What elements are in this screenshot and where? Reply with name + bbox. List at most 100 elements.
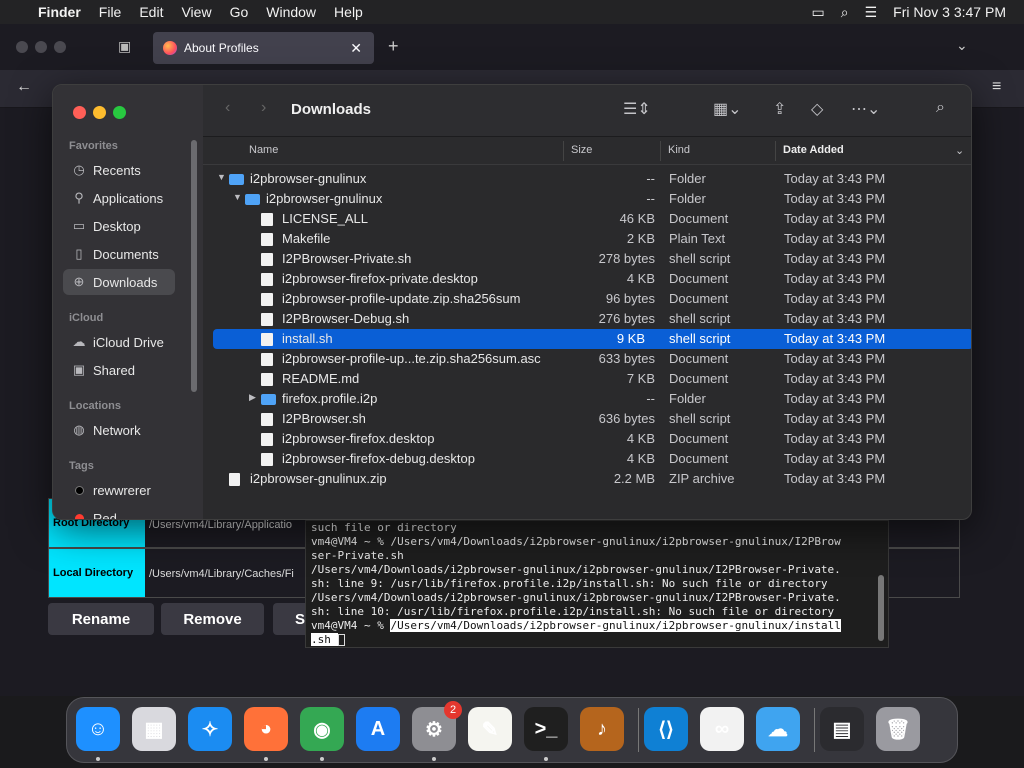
file-size: -- — [646, 391, 655, 406]
disclosure-expanded-icon[interactable]: ▼ — [217, 172, 226, 182]
menu-view[interactable]: View — [172, 4, 220, 20]
sidebar-item-desktop[interactable]: ▭ Desktop — [63, 213, 175, 239]
terminal-line: /Users/vm4/Downloads/i2pbrowser-gnulinux… — [311, 563, 841, 576]
tag-icon[interactable]: ◇ — [811, 99, 823, 119]
menu-help[interactable]: Help — [325, 4, 372, 20]
firefox-icon[interactable]: ◕ — [244, 707, 288, 751]
column-name[interactable]: Name — [249, 144, 278, 156]
zoom-window-button[interactable] — [54, 41, 66, 53]
finder-icon[interactable]: ☺ — [76, 707, 120, 751]
vscode-icon[interactable]: ⟨⟩ — [644, 707, 688, 751]
file-row[interactable]: i2pbrowser-firefox-debug.desktop 4 KB Docu… — [203, 449, 971, 469]
sidebar-item-network[interactable]: ◍ Network — [63, 417, 175, 443]
file-row[interactable]: ▼ i2pbrowser-gnulinux -- Folder Today at 3:4… — [203, 169, 971, 189]
column-divider[interactable] — [775, 141, 776, 161]
new-tab-icon[interactable]: + — [388, 36, 399, 57]
menu-file[interactable]: File — [90, 4, 131, 20]
search-icon[interactable]: ⌕ — [936, 99, 945, 117]
sidebar-item-documents[interactable]: ▯ Documents — [63, 241, 175, 267]
sidebar-scrollbar[interactable] — [191, 140, 197, 392]
file-row[interactable]: Makefile 2 KB Plain Text Today at 3:43 PM — [203, 229, 971, 249]
firefox-tab-strip: ▣ About Profiles ✕ + ⌄ — [0, 24, 1024, 70]
list-tabs-icon[interactable]: ⌄ — [956, 37, 968, 54]
close-tab-icon[interactable]: ✕ — [350, 40, 362, 57]
sidebar-item-downloads[interactable]: ⊕ Downloads — [63, 269, 175, 295]
file-row[interactable]: i2pbrowser-profile-update.zip.sha256sum 9… — [203, 289, 971, 309]
sidebar-item-label: Desktop — [93, 218, 141, 234]
file-row[interactable]: LICENSE_ALL 46 KB Document Today at 3:43 PM — [203, 209, 971, 229]
stack-icon[interactable]: ▤ — [820, 707, 864, 751]
group-icon[interactable]: ▦⌄ — [713, 99, 742, 119]
sidebar-item-icloud-drive[interactable]: ☁ iCloud Drive — [63, 329, 175, 355]
disclosure-collapsed-icon[interactable]: ▶ — [249, 392, 256, 403]
back-arrow-icon[interactable]: ← — [16, 78, 32, 96]
zoom-button[interactable] — [113, 106, 126, 119]
firefox-icon — [163, 41, 177, 55]
app-menu-icon[interactable]: ≡ — [992, 78, 1001, 96]
sidebar-tag-rewwrerer[interactable]: rewwrerer — [63, 477, 175, 503]
file-row[interactable]: i2pbrowser-profile-up...te.zip.sha256sum… — [203, 349, 971, 369]
menu-go[interactable]: Go — [221, 4, 258, 20]
file-row[interactable]: I2PBrowser.sh 636 bytes shell script Today … — [203, 409, 971, 429]
column-date-added[interactable]: Date Added — [783, 144, 844, 156]
weather-icon[interactable]: ☁ — [756, 707, 800, 751]
column-divider[interactable] — [563, 141, 564, 161]
sidebar-item-shared[interactable]: ▣ Shared — [63, 357, 175, 383]
trash-icon[interactable]: 🗑 — [876, 707, 920, 751]
terminal-icon[interactable]: >_ — [524, 707, 568, 751]
file-row[interactable]: ▶ firefox.profile.i2p -- Folder Today at 3:4… — [203, 389, 971, 409]
tag-dot-icon — [69, 483, 89, 498]
visual-studio-icon[interactable]: ∞ — [700, 707, 744, 751]
terminal-window[interactable]: such file or directory vm4@VM4 ~ % /User… — [305, 520, 889, 648]
disclosure-expanded-icon[interactable]: ▼ — [233, 192, 242, 202]
column-size[interactable]: Size — [571, 144, 592, 156]
safari-icon[interactable]: ✧ — [188, 707, 232, 751]
terminal-scrollbar[interactable] — [878, 575, 884, 641]
file-kind: Folder — [669, 391, 706, 406]
file-row[interactable]: i2pbrowser-firefox-private.desktop 4 KB Do… — [203, 269, 971, 289]
share-icon[interactable]: ⇪ — [773, 99, 786, 119]
close-button[interactable] — [73, 106, 86, 119]
sort-chevron-icon[interactable]: ⌄ — [955, 144, 964, 157]
menu-edit[interactable]: Edit — [130, 4, 172, 20]
list-view-icon[interactable]: ☰⇕ — [623, 99, 651, 119]
instruments-icon[interactable]: ♪ — [580, 707, 624, 751]
remove-button[interactable]: Remove — [161, 603, 264, 635]
back-chevron-icon[interactable]: ‹ — [225, 99, 230, 117]
file-row[interactable]: i2pbrowser-gnulinux.zip 2.2 MB ZIP archive… — [203, 469, 971, 489]
app-store-icon[interactable]: A — [356, 707, 400, 751]
terminal-selected-text[interactable]: /Users/vm4/Downloads/i2pbrowser-gnulinux… — [390, 619, 841, 632]
sidebar-tag-red[interactable]: Red — [63, 505, 175, 519]
more-actions-icon[interactable]: ⋯⌄ — [851, 99, 880, 119]
file-row[interactable]: i2pbrowser-firefox.desktop 4 KB Document To… — [203, 429, 971, 449]
file-kind: Document — [669, 371, 729, 386]
launchpad-icon[interactable]: ▦ — [132, 707, 176, 751]
screen-mirroring-icon[interactable]: ▭ — [812, 4, 825, 21]
close-window-button[interactable] — [16, 41, 28, 53]
sidebar-item-applications[interactable]: ⚲ Applications — [63, 185, 175, 211]
textedit-icon[interactable]: ✎ — [468, 707, 512, 751]
minimize-window-button[interactable] — [35, 41, 47, 53]
clock[interactable]: Fri Nov 3 3:47 PM — [893, 4, 1006, 20]
tab-about-profiles[interactable]: About Profiles ✕ — [153, 32, 374, 64]
menu-app-name[interactable]: Finder — [29, 4, 90, 20]
column-divider[interactable] — [660, 141, 661, 161]
terminal-selected-text-cont[interactable]: .sh — [311, 633, 338, 646]
forward-chevron-icon[interactable]: › — [261, 99, 266, 117]
file-row[interactable]: README.md 7 KB Document Today at 3:43 PM — [203, 369, 971, 389]
sidebar-item-recents[interactable]: ◷ Recents — [63, 157, 175, 183]
file-row[interactable]: I2PBrowser-Debug.sh 276 bytes shell script… — [203, 309, 971, 329]
search-icon[interactable]: ⌕ — [841, 4, 849, 21]
file-row[interactable]: install.sh 9 KB shell script Today at 3:43 … — [213, 329, 971, 349]
file-row[interactable]: I2PBrowser-Private.sh 278 bytes shell scri… — [203, 249, 971, 269]
column-kind[interactable]: Kind — [668, 144, 690, 156]
file-date-added: Today at 3:43 PM — [784, 431, 886, 446]
file-size: 2 KB — [626, 231, 655, 246]
tab-overview-icon[interactable]: ▣ — [118, 38, 131, 55]
minimize-button[interactable] — [93, 106, 106, 119]
rename-button[interactable]: Rename — [48, 603, 154, 635]
control-center-icon[interactable]: ☰ — [865, 4, 878, 21]
menu-window[interactable]: Window — [257, 4, 325, 20]
chrome-icon[interactable]: ◉ — [300, 707, 344, 751]
file-row[interactable]: ▼ i2pbrowser-gnulinux -- Folder Today at 3:4… — [203, 189, 971, 209]
